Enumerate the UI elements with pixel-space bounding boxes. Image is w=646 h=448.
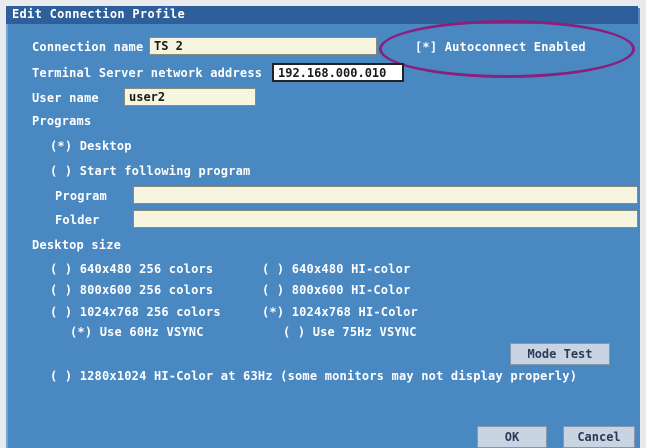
mode-test-button[interactable]: Mode Test xyxy=(510,343,610,365)
radio-vsync-60[interactable]: (*) Use 60Hz VSYNC xyxy=(70,325,204,339)
desktop-size-heading: Desktop size xyxy=(32,238,122,252)
dialog-title: Edit Connection Profile xyxy=(12,7,186,21)
address-field[interactable]: 192.168.000.010 xyxy=(272,63,404,82)
radio-640-hicolor[interactable]: ( ) 640x480 HI-color xyxy=(262,262,411,276)
user-name-field[interactable]: user2 xyxy=(124,88,256,106)
radio-1024-256[interactable]: ( ) 1024x768 256 colors xyxy=(50,305,221,319)
connection-name-field[interactable]: TS 2 xyxy=(149,37,377,55)
connection-name-label: Connection name xyxy=(32,40,144,54)
folder-label: Folder xyxy=(55,213,100,227)
radio-1024-hicolor[interactable]: (*) 1024x768 HI-Color xyxy=(262,305,418,319)
highlight-ellipse xyxy=(379,20,635,78)
radio-640-256[interactable]: ( ) 640x480 256 colors xyxy=(50,262,213,276)
user-name-label: User name xyxy=(32,91,99,105)
address-label: Terminal Server network address xyxy=(32,66,263,80)
cancel-button[interactable]: Cancel xyxy=(563,426,635,448)
radio-800-256[interactable]: ( ) 800x600 256 colors xyxy=(50,283,213,297)
program-label: Program xyxy=(55,189,107,203)
radio-vsync-75[interactable]: ( ) Use 75Hz VSYNC xyxy=(283,325,417,339)
desktop-radio[interactable]: (*) Desktop xyxy=(50,139,132,153)
start-program-radio[interactable]: ( ) Start following program xyxy=(50,164,250,178)
radio-800-hicolor[interactable]: ( ) 800x600 HI-Color xyxy=(262,283,411,297)
program-field[interactable] xyxy=(133,186,638,204)
ok-button[interactable]: OK xyxy=(477,426,547,448)
folder-field[interactable] xyxy=(133,210,638,228)
radio-1280-hicolor[interactable]: ( ) 1280x1024 HI-Color at 63Hz (some mon… xyxy=(50,369,577,383)
programs-heading: Programs xyxy=(32,114,92,128)
